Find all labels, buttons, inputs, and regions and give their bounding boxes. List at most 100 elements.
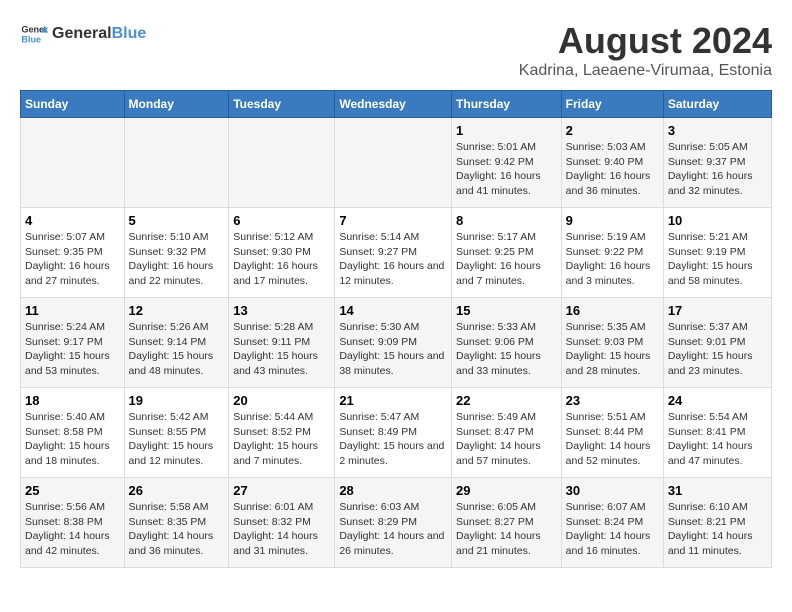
calendar-cell: 29Sunrise: 6:05 AM Sunset: 8:27 PM Dayli… xyxy=(452,478,562,568)
logo-icon: General Blue xyxy=(20,20,48,48)
header-saturday: Saturday xyxy=(663,91,771,118)
day-info: Sunrise: 5:37 AM Sunset: 9:01 PM Dayligh… xyxy=(668,320,767,379)
day-info: Sunrise: 5:58 AM Sunset: 8:35 PM Dayligh… xyxy=(129,500,225,559)
day-info: Sunrise: 5:19 AM Sunset: 9:22 PM Dayligh… xyxy=(566,230,659,289)
page-header: General Blue General Blue August 2024 Ka… xyxy=(20,20,772,80)
day-info: Sunrise: 5:47 AM Sunset: 8:49 PM Dayligh… xyxy=(339,410,447,469)
day-info: Sunrise: 5:05 AM Sunset: 9:37 PM Dayligh… xyxy=(668,140,767,199)
day-number: 27 xyxy=(233,483,330,498)
day-info: Sunrise: 5:28 AM Sunset: 9:11 PM Dayligh… xyxy=(233,320,330,379)
calendar-cell: 17Sunrise: 5:37 AM Sunset: 9:01 PM Dayli… xyxy=(663,298,771,388)
header-wednesday: Wednesday xyxy=(335,91,452,118)
calendar-cell: 14 Sunrise: 5:30 AM Sunset: 9:09 PM Dayli… xyxy=(335,298,452,388)
day-number: 3 xyxy=(668,123,767,138)
day-number: 15 xyxy=(456,303,557,318)
header-sunday: Sunday xyxy=(21,91,125,118)
day-number: 5 xyxy=(129,213,225,228)
calendar-cell: 15 Sunrise: 5:33 AM Sunset: 9:06 PM Dayli… xyxy=(452,298,562,388)
day-info: Sunrise: 6:05 AM Sunset: 8:27 PM Dayligh… xyxy=(456,500,557,559)
calendar-cell: 4 Sunrise: 5:07 AM Sunset: 9:35 PM Daylig… xyxy=(21,208,125,298)
svg-text:Blue: Blue xyxy=(21,34,41,44)
calendar-cell: 13 Sunrise: 5:28 AM Sunset: 9:11 PM Dayli… xyxy=(229,298,335,388)
day-number: 10 xyxy=(668,213,767,228)
calendar-cell: 24 Sunrise: 5:54 AM Sunset: 8:41 PM Dayli… xyxy=(663,388,771,478)
day-number: 4 xyxy=(25,213,120,228)
calendar-cell: 1 Sunrise: 5:01 AM Sunset: 9:42 PM Daylig… xyxy=(452,118,562,208)
day-info: Sunrise: 5:10 AM Sunset: 9:32 PM Dayligh… xyxy=(129,230,225,289)
day-number: 30 xyxy=(566,483,659,498)
day-info: Sunrise: 5:01 AM Sunset: 9:42 PM Dayligh… xyxy=(456,140,557,199)
logo-blue: Blue xyxy=(112,25,147,43)
day-info: Sunrise: 5:26 AM Sunset: 9:14 PM Dayligh… xyxy=(129,320,225,379)
day-number: 21 xyxy=(339,393,447,408)
calendar-cell: 30 Sunrise: 6:07 AM Sunset: 8:24 PM Dayli… xyxy=(561,478,663,568)
day-number: 18 xyxy=(25,393,120,408)
calendar-cell: 31Sunrise: 6:10 AM Sunset: 8:21 PM Dayli… xyxy=(663,478,771,568)
calendar-cell: 6 Sunrise: 5:12 AM Sunset: 9:30 PM Daylig… xyxy=(229,208,335,298)
calendar-cell xyxy=(335,118,452,208)
day-number: 26 xyxy=(129,483,225,498)
day-number: 19 xyxy=(129,393,225,408)
day-info: Sunrise: 5:49 AM Sunset: 8:47 PM Dayligh… xyxy=(456,410,557,469)
calendar-cell: 26 Sunrise: 5:58 AM Sunset: 8:35 PM Dayli… xyxy=(124,478,229,568)
day-info: Sunrise: 5:30 AM Sunset: 9:09 PM Dayligh… xyxy=(339,320,447,379)
header-monday: Monday xyxy=(124,91,229,118)
logo-general: General xyxy=(52,25,112,43)
day-info: Sunrise: 5:54 AM Sunset: 8:41 PM Dayligh… xyxy=(668,410,767,469)
day-info: Sunrise: 6:07 AM Sunset: 8:24 PM Dayligh… xyxy=(566,500,659,559)
day-info: Sunrise: 5:35 AM Sunset: 9:03 PM Dayligh… xyxy=(566,320,659,379)
day-number: 12 xyxy=(129,303,225,318)
day-info: Sunrise: 5:42 AM Sunset: 8:55 PM Dayligh… xyxy=(129,410,225,469)
header-tuesday: Tuesday xyxy=(229,91,335,118)
calendar-cell: 21 Sunrise: 5:47 AM Sunset: 8:49 PM Dayli… xyxy=(335,388,452,478)
calendar-cell xyxy=(21,118,125,208)
title-area: August 2024 Kadrina, Laeaene-Virumaa, Es… xyxy=(519,20,772,80)
day-info: Sunrise: 5:03 AM Sunset: 9:40 PM Dayligh… xyxy=(566,140,659,199)
logo: General Blue General Blue xyxy=(20,20,146,48)
calendar-cell: 2 Sunrise: 5:03 AM Sunset: 9:40 PM Daylig… xyxy=(561,118,663,208)
calendar-cell: 27 Sunrise: 6:01 AM Sunset: 8:32 PM Dayli… xyxy=(229,478,335,568)
calendar-subtitle: Kadrina, Laeaene-Virumaa, Estonia xyxy=(519,62,772,80)
day-number: 1 xyxy=(456,123,557,138)
day-number: 8 xyxy=(456,213,557,228)
day-number: 28 xyxy=(339,483,447,498)
day-info: Sunrise: 5:56 AM Sunset: 8:38 PM Dayligh… xyxy=(25,500,120,559)
day-number: 6 xyxy=(233,213,330,228)
day-number: 23 xyxy=(566,393,659,408)
calendar-cell: 9Sunrise: 5:19 AM Sunset: 9:22 PM Daylig… xyxy=(561,208,663,298)
day-info: Sunrise: 5:21 AM Sunset: 9:19 PM Dayligh… xyxy=(668,230,767,289)
calendar-cell: 22 Sunrise: 5:49 AM Sunset: 8:47 PM Dayli… xyxy=(452,388,562,478)
calendar-week-4: 18 Sunrise: 5:40 AM Sunset: 8:58 PM Dayli… xyxy=(21,388,772,478)
calendar-week-3: 11Sunrise: 5:24 AM Sunset: 9:17 PM Dayli… xyxy=(21,298,772,388)
day-info: Sunrise: 5:44 AM Sunset: 8:52 PM Dayligh… xyxy=(233,410,330,469)
day-info: Sunrise: 6:03 AM Sunset: 8:29 PM Dayligh… xyxy=(339,500,447,559)
day-number: 2 xyxy=(566,123,659,138)
calendar-week-1: 1 Sunrise: 5:01 AM Sunset: 9:42 PM Daylig… xyxy=(21,118,772,208)
day-number: 16 xyxy=(566,303,659,318)
calendar-cell xyxy=(124,118,229,208)
calendar-cell: 23Sunrise: 5:51 AM Sunset: 8:44 PM Dayli… xyxy=(561,388,663,478)
day-number: 14 xyxy=(339,303,447,318)
calendar-header-row: SundayMondayTuesdayWednesdayThursdayFrid… xyxy=(21,91,772,118)
calendar-week-2: 4 Sunrise: 5:07 AM Sunset: 9:35 PM Daylig… xyxy=(21,208,772,298)
day-number: 13 xyxy=(233,303,330,318)
day-number: 25 xyxy=(25,483,120,498)
calendar-cell: 16 Sunrise: 5:35 AM Sunset: 9:03 PM Dayli… xyxy=(561,298,663,388)
calendar-cell: 7Sunrise: 5:14 AM Sunset: 9:27 PM Daylig… xyxy=(335,208,452,298)
calendar-cell: 12 Sunrise: 5:26 AM Sunset: 9:14 PM Dayli… xyxy=(124,298,229,388)
calendar-cell: 25 Sunrise: 5:56 AM Sunset: 8:38 PM Dayli… xyxy=(21,478,125,568)
day-info: Sunrise: 5:33 AM Sunset: 9:06 PM Dayligh… xyxy=(456,320,557,379)
day-info: Sunrise: 6:01 AM Sunset: 8:32 PM Dayligh… xyxy=(233,500,330,559)
day-info: Sunrise: 5:14 AM Sunset: 9:27 PM Dayligh… xyxy=(339,230,447,289)
calendar-table: SundayMondayTuesdayWednesdayThursdayFrid… xyxy=(20,90,772,568)
calendar-cell xyxy=(229,118,335,208)
calendar-title: August 2024 xyxy=(519,20,772,62)
calendar-cell: 18 Sunrise: 5:40 AM Sunset: 8:58 PM Dayli… xyxy=(21,388,125,478)
day-info: Sunrise: 5:40 AM Sunset: 8:58 PM Dayligh… xyxy=(25,410,120,469)
day-info: Sunrise: 5:07 AM Sunset: 9:35 PM Dayligh… xyxy=(25,230,120,289)
day-number: 24 xyxy=(668,393,767,408)
day-number: 22 xyxy=(456,393,557,408)
day-info: Sunrise: 5:12 AM Sunset: 9:30 PM Dayligh… xyxy=(233,230,330,289)
calendar-cell: 28 Sunrise: 6:03 AM Sunset: 8:29 PM Dayli… xyxy=(335,478,452,568)
calendar-cell: 11Sunrise: 5:24 AM Sunset: 9:17 PM Dayli… xyxy=(21,298,125,388)
